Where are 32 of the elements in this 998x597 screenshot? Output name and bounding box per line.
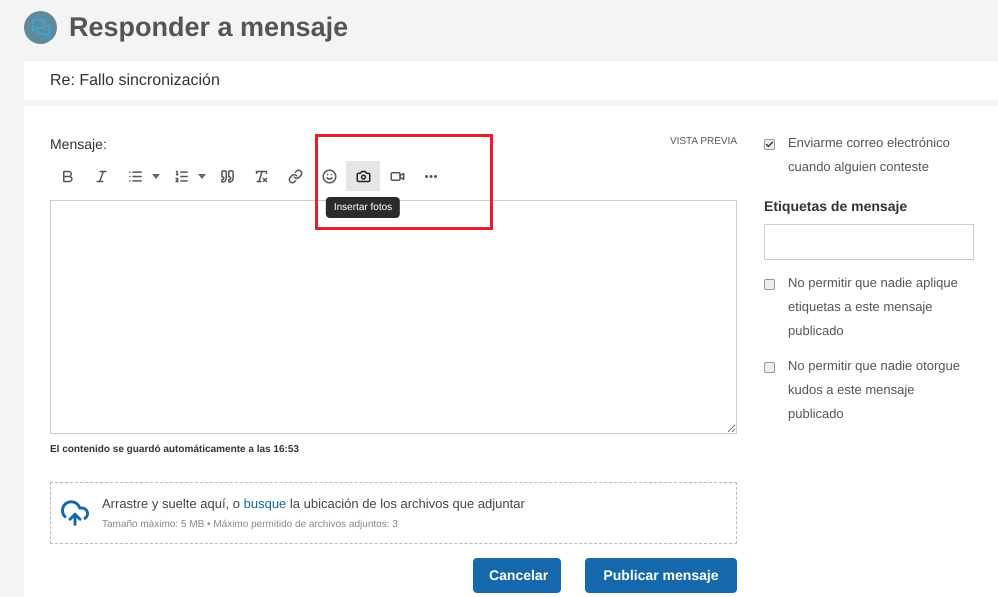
bullet-list-icon (128, 168, 142, 184)
italic-icon (94, 168, 108, 184)
checkbox-label: No permitir que nadie aplique etiquetas a este mensaje publicado (788, 274, 959, 340)
checkbox[interactable] (764, 362, 775, 373)
link-icon (288, 168, 302, 184)
upload-instructions: Arrastre y suelte aquí, o busque la ubicación de los archivos que adjuntar (102, 494, 525, 513)
camera-icon (356, 168, 370, 184)
clear-format-icon (254, 168, 268, 184)
upload-dropzone[interactable]: Arrastre y suelte aquí, o busque la ubicación de los archivos que adjuntar Tamaño máximo: 5 MB • Máximo permitido de archivos adjuntos: 3 (50, 482, 737, 544)
smiley-icon (322, 168, 336, 184)
action-button[interactable]: Publicar mensaje (585, 558, 737, 593)
message-label: Mensaje: (50, 135, 107, 154)
browse-link[interactable]: busque (244, 496, 286, 511)
chat-logo-icon (24, 11, 57, 44)
tooltip: Insertar fotos (326, 197, 400, 218)
numbered-list-icon (174, 168, 188, 184)
tags-input-field[interactable] (764, 224, 974, 260)
upload-limits: Tamaño máximo: 5 MB • Máximo permitido de archivos adjuntos: 3 (102, 518, 399, 532)
checkbox[interactable] (764, 279, 775, 290)
preview-link[interactable]: VISTA PREVIA (670, 134, 737, 149)
checkbox-label: Enviarme correo electrónico cuando alguien conteste (788, 134, 951, 176)
action-button[interactable]: Cancelar (473, 558, 561, 593)
quote-icon (220, 168, 234, 184)
tags-label: Etiquetas de mensaje (764, 197, 908, 216)
page-title: Responder a mensaje (69, 11, 348, 44)
checkbox-label: No permitir que nadie otorgue kudos a este mensaje publicado (788, 357, 961, 423)
message-subject: Re: Fallo sincronización (50, 70, 220, 90)
more-icon (425, 174, 437, 178)
checkbox[interactable] (764, 139, 775, 150)
autosave-note: El contenido se guardó automáticamente a las 16:53 (50, 443, 300, 457)
toolbar-button[interactable] (346, 161, 380, 191)
cloud-upload-icon (60, 498, 90, 528)
